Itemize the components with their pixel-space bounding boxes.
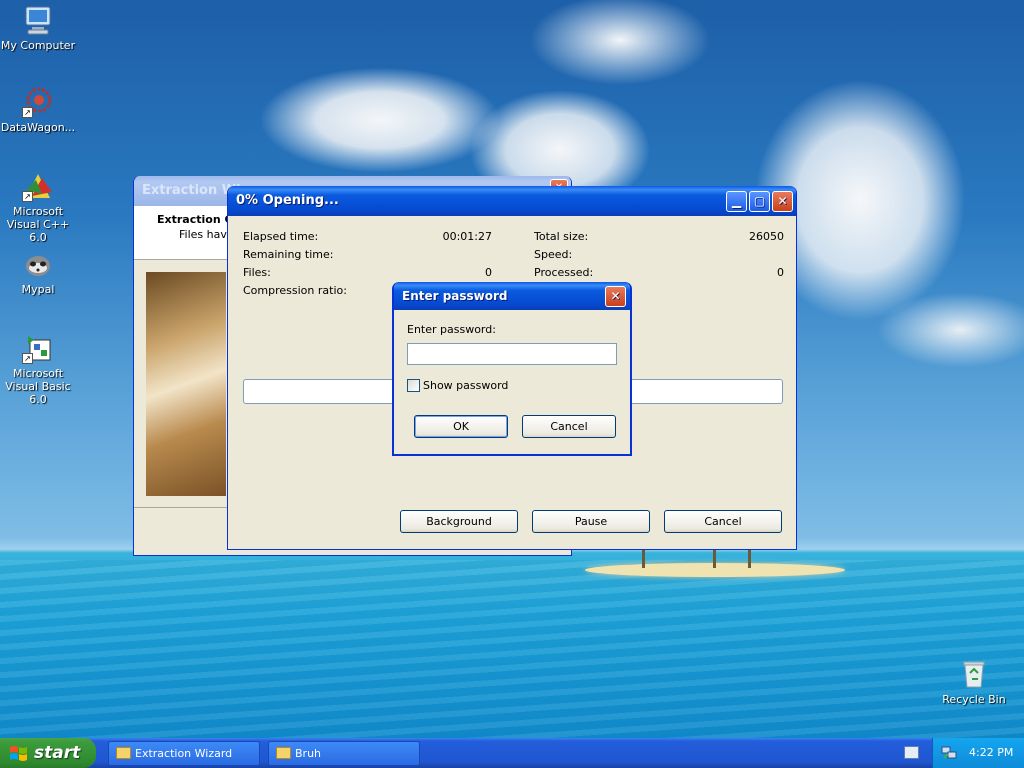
mypal-icon (22, 248, 54, 280)
ok-button[interactable]: OK (414, 415, 508, 438)
recycle-bin-icon (958, 658, 990, 690)
desktop-icon-recycle-bin[interactable]: Recycle Bin (934, 658, 1014, 706)
remaining-time-label: Remaining time: (243, 248, 334, 261)
background-button[interactable]: Background (400, 510, 518, 533)
total-size-label: Total size: (534, 230, 589, 243)
visual-basic-icon: ↗ (22, 332, 54, 364)
password-prompt-label: Enter password: (407, 323, 496, 336)
shortcut-arrow-icon: ↗ (22, 191, 33, 202)
wizard-subtext: Files have (179, 228, 234, 241)
folder-icon (276, 747, 291, 759)
minimize-button[interactable]: ▁ (726, 191, 747, 212)
wizard-heading: Extraction C (157, 213, 233, 226)
elapsed-time-label: Elapsed time: (243, 230, 319, 243)
files-value: 0 (485, 266, 492, 279)
password-input[interactable] (407, 343, 617, 365)
taskbar: start Extraction Wizard Bruh 4:22 PM (0, 738, 1024, 768)
palm-tree (642, 548, 645, 568)
processed-value: 0 (777, 266, 784, 279)
window-title: Enter password (402, 289, 508, 303)
shortcut-arrow-icon: ↗ (22, 353, 33, 364)
close-button[interactable]: ✕ (772, 191, 793, 212)
wizard-side-image (146, 272, 226, 496)
desktop-icon-label: My Computer (0, 39, 76, 52)
keyboard-icon[interactable] (904, 746, 919, 759)
start-button[interactable]: start (0, 738, 96, 768)
desktop-icon-label: Microsoft Visual Basic 6.0 (5, 367, 71, 406)
total-size-value: 26050 (749, 230, 784, 243)
sea-background (0, 560, 1024, 740)
cancel-button[interactable]: Cancel (522, 415, 616, 438)
show-password-label[interactable]: Show password (423, 379, 508, 392)
pause-button[interactable]: Pause (532, 510, 650, 533)
progress-titlebar[interactable]: 0% Opening... ▁ ▢ ✕ (228, 186, 796, 216)
show-password-checkbox[interactable] (407, 379, 420, 392)
cancel-button[interactable]: Cancel (664, 510, 782, 533)
network-icon[interactable] (941, 746, 957, 760)
folder-icon (116, 747, 131, 759)
datawagon-icon: ↗ (22, 86, 54, 118)
window-title: 0% Opening... (236, 193, 339, 208)
system-tray: 4:22 PM (932, 738, 1024, 768)
taskbar-item-extraction-wizard[interactable]: Extraction Wizard (108, 741, 260, 766)
compression-ratio-label: Compression ratio: (243, 284, 347, 297)
my-computer-icon (22, 4, 54, 36)
password-dialog[interactable]: Enter password ✕ Enter password: Show pa… (392, 282, 632, 456)
taskbar-item-label: Extraction Wizard (135, 747, 233, 760)
start-label: start (34, 743, 81, 763)
password-dialog-titlebar[interactable]: Enter password ✕ (394, 282, 630, 310)
desktop-icon-my-computer[interactable]: My Computer (0, 4, 78, 52)
palm-tree (713, 548, 716, 568)
desktop-icon-visual-basic[interactable]: ↗ Microsoft Visual Basic 6.0 (0, 332, 78, 406)
palm-tree (748, 548, 751, 568)
processed-label: Processed: (534, 266, 594, 279)
visual-cpp-icon: ↗ (22, 170, 54, 202)
desktop-icon-label: Mypal (21, 283, 55, 296)
desktop-icon-mypal[interactable]: Mypal (0, 248, 78, 296)
desktop-icon-label: Recycle Bin (942, 693, 1006, 706)
desktop-icon-datawagon[interactable]: ↗ DataWagon... (0, 86, 78, 134)
desktop-icon-visual-cpp[interactable]: ↗ Microsoft Visual C++ 6.0 (0, 170, 78, 244)
maximize-button[interactable]: ▢ (749, 191, 770, 212)
taskbar-item-label: Bruh (295, 747, 322, 760)
taskbar-item-bruh[interactable]: Bruh (268, 741, 420, 766)
windows-logo-icon (10, 746, 27, 761)
close-button[interactable]: ✕ (605, 286, 626, 307)
files-label: Files: (243, 266, 271, 279)
clock[interactable]: 4:22 PM (969, 738, 1013, 768)
desktop-icon-label: Microsoft Visual C++ 6.0 (6, 205, 70, 244)
speed-label: Speed: (534, 248, 573, 261)
desktop-icon-label: DataWagon... (0, 121, 76, 134)
elapsed-time-value: 00:01:27 (442, 230, 492, 243)
shortcut-arrow-icon: ↗ (22, 107, 33, 118)
